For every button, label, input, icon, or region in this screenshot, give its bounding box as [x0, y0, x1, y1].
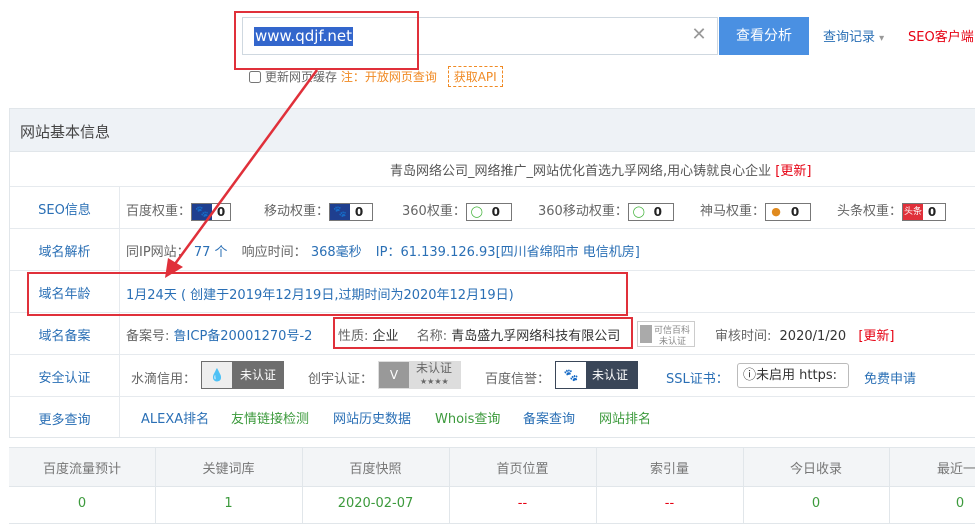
annotation-arrow — [165, 69, 319, 278]
